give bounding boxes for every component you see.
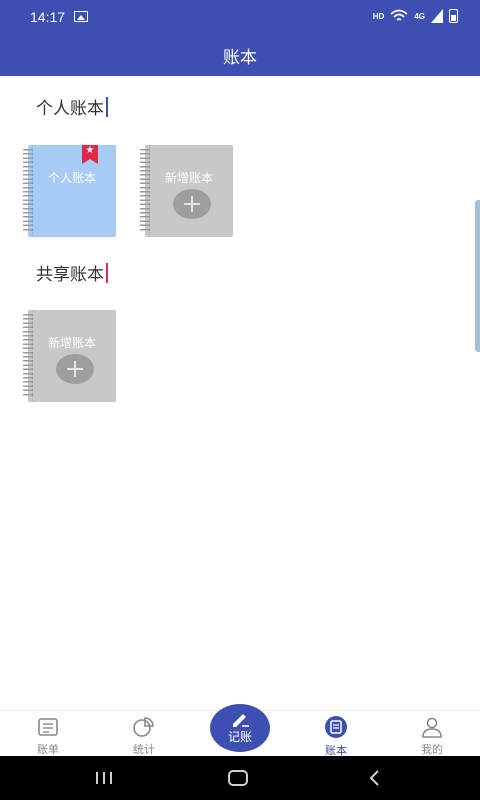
pencil-icon xyxy=(233,714,249,727)
personal-section-label: 个人账本 xyxy=(36,99,104,119)
recents-icon[interactable] xyxy=(96,772,114,784)
add-personal-book-card[interactable]: 新增账本 xyxy=(140,145,233,237)
nav-item-stats[interactable]: 统计 xyxy=(104,711,184,757)
record-label: 记账 xyxy=(227,730,252,744)
home-icon[interactable] xyxy=(228,770,248,786)
book-label: 新增账本 xyxy=(47,336,96,350)
page-header: 账本 xyxy=(0,34,480,76)
shared-section-label: 共享账本 xyxy=(36,265,104,285)
star-bookmark-icon: ★ xyxy=(82,145,98,164)
network-label: 4G xyxy=(414,11,425,21)
nav-label: 统计 xyxy=(133,743,155,756)
personal-book-card[interactable]: ★ 个人账本 xyxy=(23,145,116,237)
bill-icon xyxy=(36,715,60,738)
book-spine xyxy=(149,145,150,237)
back-icon[interactable] xyxy=(368,769,380,787)
nav-item-bills[interactable]: 账单 xyxy=(8,711,88,757)
image-icon xyxy=(74,11,88,22)
notebook-icon xyxy=(324,715,348,739)
book-label: 个人账本 xyxy=(47,171,96,185)
cursor-caret xyxy=(106,96,108,117)
status-time: 14:17 xyxy=(30,9,66,25)
battery-icon xyxy=(449,9,458,23)
signal-icon xyxy=(431,9,443,23)
personal-section-title: 个人账本 xyxy=(36,94,108,119)
nav-item-books[interactable]: 账本 xyxy=(296,711,376,757)
book-label: 新增账本 xyxy=(164,171,213,185)
status-indicators: HD 4G xyxy=(373,9,458,23)
nav-item-me[interactable]: 我的 xyxy=(392,711,472,757)
nav-label: 我的 xyxy=(421,743,443,756)
book-spine xyxy=(32,310,33,402)
system-nav-bar xyxy=(0,756,480,800)
book-spine xyxy=(32,145,33,237)
cursor-caret xyxy=(106,262,108,283)
status-bar: 14:17 HD 4G xyxy=(0,0,480,34)
person-icon xyxy=(420,715,444,738)
pie-chart-icon xyxy=(132,715,156,738)
page-title: 账本 xyxy=(223,47,257,68)
plus-icon xyxy=(56,354,94,384)
record-button[interactable]: 记账 xyxy=(210,704,270,752)
plus-icon xyxy=(173,189,211,219)
add-shared-book-card[interactable]: 新增账本 xyxy=(23,310,116,402)
scroll-indicator[interactable] xyxy=(475,200,480,352)
shared-section-title: 共享账本 xyxy=(36,260,108,285)
nav-label: 账单 xyxy=(37,743,59,756)
wifi-icon xyxy=(390,9,408,21)
hd-label: HD xyxy=(372,11,385,21)
